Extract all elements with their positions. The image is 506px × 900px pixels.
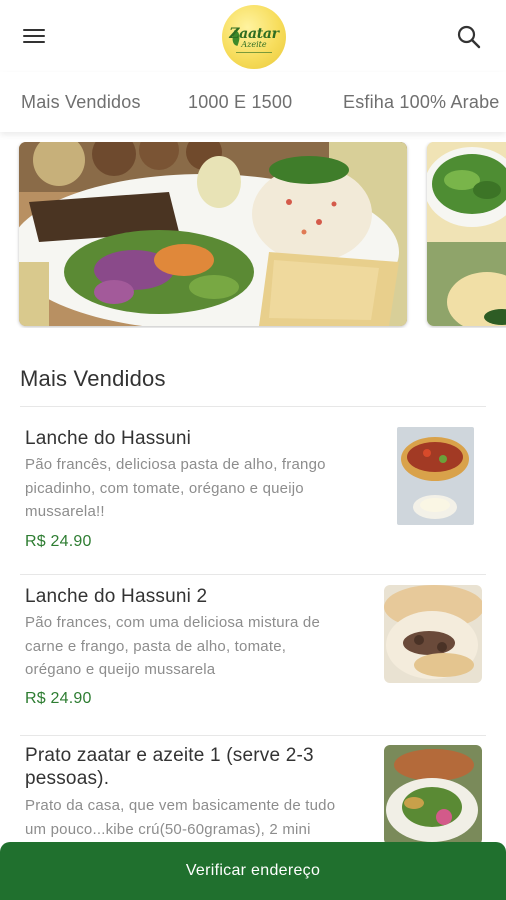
hamburger-menu-icon[interactable] bbox=[22, 26, 48, 46]
tab-mais-vendidos[interactable]: Mais Vendidos bbox=[21, 92, 141, 113]
logo-text-sub: Azeite bbox=[241, 40, 267, 49]
tab-1000-e-1500[interactable]: 1000 E 1500 bbox=[188, 92, 292, 113]
product-price: R$ 24.90 bbox=[25, 690, 92, 707]
top-app-bar: Zaatar Azeite bbox=[0, 0, 506, 72]
product-card[interactable]: Lanche do Hassuni Pão francês, deliciosa… bbox=[0, 407, 506, 574]
verify-address-button[interactable]: Verificar endereço bbox=[0, 842, 506, 900]
product-name: Prato zaatar e azeite 1 (serve 2-3 pesso… bbox=[25, 745, 314, 789]
product-card[interactable]: Prato zaatar e azeite 1 (serve 2-3 pesso… bbox=[0, 736, 506, 846]
banner-image-salad[interactable] bbox=[427, 142, 506, 326]
banner-image-food-plate[interactable] bbox=[19, 142, 407, 326]
product-image bbox=[384, 745, 482, 845]
product-image bbox=[384, 585, 482, 683]
promo-carousel[interactable] bbox=[0, 142, 506, 328]
restaurant-logo[interactable]: Zaatar Azeite bbox=[222, 5, 286, 69]
category-tabs: Mais Vendidos 1000 E 1500 Esfiha 100% Ar… bbox=[0, 72, 506, 132]
product-image bbox=[397, 427, 474, 525]
product-card[interactable]: Lanche do Hassuni 2 Pão frances, com uma… bbox=[0, 575, 506, 735]
tab-esfiha-arabe[interactable]: Esfiha 100% Arabe bbox=[343, 92, 500, 113]
product-name: Lanche do Hassuni 2 bbox=[25, 586, 208, 607]
product-description: Pão francês, deliciosa pasta de alho, fr… bbox=[25, 456, 326, 520]
product-name: Lanche do Hassuni bbox=[25, 428, 192, 449]
product-price: R$ 24.90 bbox=[25, 533, 92, 550]
product-description: Prato da casa, que vem basicamente de tu… bbox=[25, 797, 336, 838]
section-title: Mais Vendidos bbox=[20, 366, 166, 391]
product-description: Pão frances, com uma deliciosa mistura d… bbox=[25, 614, 320, 678]
search-icon[interactable] bbox=[456, 24, 482, 50]
